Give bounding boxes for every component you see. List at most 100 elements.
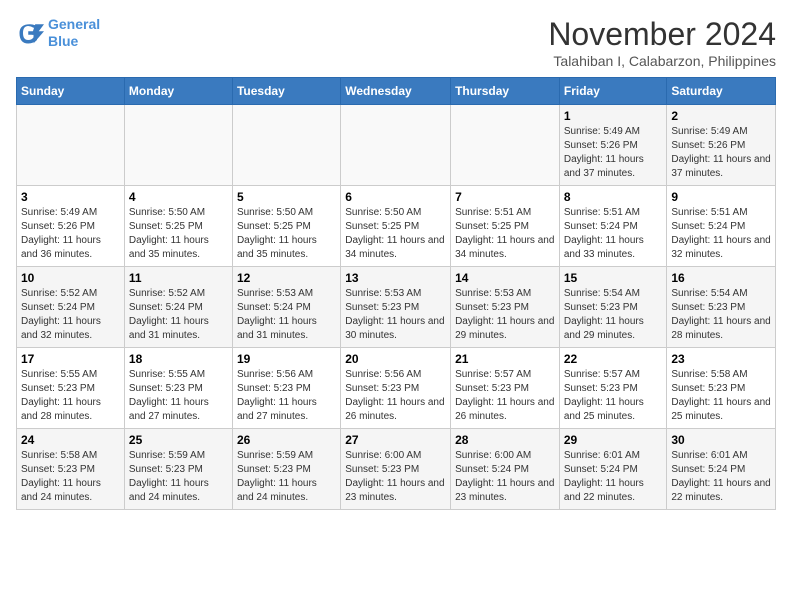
day-info: Sunrise: 5:52 AM Sunset: 5:24 PM Dayligh…: [129, 287, 228, 343]
day-info: Sunrise: 5:53 AM Sunset: 5:23 PM Dayligh…: [455, 287, 555, 343]
page-header: General Blue November 2024 Talahiban I, …: [16, 16, 776, 69]
day-number: 25: [129, 433, 228, 447]
logo-icon: [16, 19, 44, 47]
calendar-cell: 29 Sunrise: 6:01 AM Sunset: 5:24 PM Dayli…: [559, 429, 667, 510]
calendar-cell: 25 Sunrise: 5:59 AM Sunset: 5:23 PM Dayli…: [124, 429, 232, 510]
day-number: 5: [237, 190, 336, 204]
day-info: Sunrise: 5:55 AM Sunset: 5:23 PM Dayligh…: [21, 368, 120, 424]
day-info: Sunrise: 5:59 AM Sunset: 5:23 PM Dayligh…: [237, 449, 336, 505]
day-info: Sunrise: 5:55 AM Sunset: 5:23 PM Dayligh…: [129, 368, 228, 424]
day-info: Sunrise: 5:54 AM Sunset: 5:23 PM Dayligh…: [564, 287, 663, 343]
calendar-week-row: 17 Sunrise: 5:55 AM Sunset: 5:23 PM Dayli…: [17, 348, 776, 429]
day-number: 24: [21, 433, 120, 447]
calendar-cell: 5 Sunrise: 5:50 AM Sunset: 5:25 PM Daylig…: [232, 186, 340, 267]
calendar-cell: 6 Sunrise: 5:50 AM Sunset: 5:25 PM Daylig…: [341, 186, 451, 267]
calendar-cell: [124, 105, 232, 186]
calendar-week-row: 10 Sunrise: 5:52 AM Sunset: 5:24 PM Dayli…: [17, 267, 776, 348]
day-number: 4: [129, 190, 228, 204]
day-number: 10: [21, 271, 120, 285]
calendar-cell: 21Sunrise: 5:57 AM Sunset: 5:23 PM Dayli…: [451, 348, 560, 429]
calendar-week-row: 24 Sunrise: 5:58 AM Sunset: 5:23 PM Dayli…: [17, 429, 776, 510]
calendar-header: SundayMondayTuesdayWednesdayThursdayFrid…: [17, 78, 776, 105]
day-info: Sunrise: 5:52 AM Sunset: 5:24 PM Dayligh…: [21, 287, 120, 343]
day-info: Sunrise: 5:51 AM Sunset: 5:24 PM Dayligh…: [671, 206, 771, 262]
calendar-body: 1 Sunrise: 5:49 AM Sunset: 5:26 PM Daylig…: [17, 105, 776, 510]
calendar-cell: 20Sunrise: 5:56 AM Sunset: 5:23 PM Dayli…: [341, 348, 451, 429]
logo-line2: Blue: [48, 33, 78, 49]
day-number: 15: [564, 271, 663, 285]
day-info: Sunrise: 5:57 AM Sunset: 5:23 PM Dayligh…: [564, 368, 663, 424]
day-number: 13: [345, 271, 446, 285]
calendar-cell: 30Sunrise: 6:01 AM Sunset: 5:24 PM Dayli…: [667, 429, 776, 510]
day-info: Sunrise: 5:50 AM Sunset: 5:25 PM Dayligh…: [129, 206, 228, 262]
calendar-cell: 22 Sunrise: 5:57 AM Sunset: 5:23 PM Dayli…: [559, 348, 667, 429]
day-info: Sunrise: 5:58 AM Sunset: 5:23 PM Dayligh…: [21, 449, 120, 505]
location: Talahiban I, Calabarzon, Philippines: [548, 53, 776, 69]
calendar-cell: 9 Sunrise: 5:51 AM Sunset: 5:24 PM Daylig…: [667, 186, 776, 267]
calendar-cell: 3Sunrise: 5:49 AM Sunset: 5:26 PM Daylig…: [17, 186, 125, 267]
day-number: 8: [564, 190, 663, 204]
weekday-header: Wednesday: [341, 78, 451, 105]
calendar-cell: 7Sunrise: 5:51 AM Sunset: 5:25 PM Daylig…: [451, 186, 560, 267]
day-info: Sunrise: 5:57 AM Sunset: 5:23 PM Dayligh…: [455, 368, 555, 424]
day-info: Sunrise: 5:49 AM Sunset: 5:26 PM Dayligh…: [564, 125, 663, 181]
day-info: Sunrise: 5:59 AM Sunset: 5:23 PM Dayligh…: [129, 449, 228, 505]
weekday-header: Tuesday: [232, 78, 340, 105]
day-info: Sunrise: 5:49 AM Sunset: 5:26 PM Dayligh…: [21, 206, 120, 262]
day-info: Sunrise: 5:53 AM Sunset: 5:23 PM Dayligh…: [345, 287, 446, 343]
calendar-cell: 28 Sunrise: 6:00 AM Sunset: 5:24 PM Dayli…: [451, 429, 560, 510]
day-info: Sunrise: 5:50 AM Sunset: 5:25 PM Dayligh…: [237, 206, 336, 262]
calendar-cell: 12Sunrise: 5:53 AM Sunset: 5:24 PM Dayli…: [232, 267, 340, 348]
day-info: Sunrise: 5:50 AM Sunset: 5:25 PM Dayligh…: [345, 206, 446, 262]
title-block: November 2024 Talahiban I, Calabarzon, P…: [548, 16, 776, 69]
day-info: Sunrise: 5:49 AM Sunset: 5:26 PM Dayligh…: [671, 125, 771, 181]
calendar-cell: [341, 105, 451, 186]
calendar-cell: 13 Sunrise: 5:53 AM Sunset: 5:23 PM Dayli…: [341, 267, 451, 348]
day-number: 29: [564, 433, 663, 447]
day-number: 6: [345, 190, 446, 204]
day-info: Sunrise: 6:01 AM Sunset: 5:24 PM Dayligh…: [671, 449, 771, 505]
calendar-cell: 2 Sunrise: 5:49 AM Sunset: 5:26 PM Daylig…: [667, 105, 776, 186]
day-number: 2: [671, 109, 771, 123]
day-info: Sunrise: 5:51 AM Sunset: 5:24 PM Dayligh…: [564, 206, 663, 262]
day-info: Sunrise: 5:54 AM Sunset: 5:23 PM Dayligh…: [671, 287, 771, 343]
day-number: 14: [455, 271, 555, 285]
day-info: Sunrise: 6:00 AM Sunset: 5:23 PM Dayligh…: [345, 449, 446, 505]
calendar-cell: 11 Sunrise: 5:52 AM Sunset: 5:24 PM Dayli…: [124, 267, 232, 348]
calendar-cell: 15 Sunrise: 5:54 AM Sunset: 5:23 PM Dayli…: [559, 267, 667, 348]
day-number: 17: [21, 352, 120, 366]
calendar-cell: 4 Sunrise: 5:50 AM Sunset: 5:25 PM Daylig…: [124, 186, 232, 267]
day-number: 12: [237, 271, 336, 285]
logo-line1: General: [48, 16, 100, 32]
day-number: 9: [671, 190, 771, 204]
calendar-cell: 16Sunrise: 5:54 AM Sunset: 5:23 PM Dayli…: [667, 267, 776, 348]
weekday-header: Thursday: [451, 78, 560, 105]
month-year: November 2024: [548, 16, 776, 53]
calendar-cell: 24 Sunrise: 5:58 AM Sunset: 5:23 PM Dayli…: [17, 429, 125, 510]
day-number: 22: [564, 352, 663, 366]
calendar-table: SundayMondayTuesdayWednesdayThursdayFrid…: [16, 77, 776, 510]
calendar-cell: 17 Sunrise: 5:55 AM Sunset: 5:23 PM Dayli…: [17, 348, 125, 429]
weekday-header: Saturday: [667, 78, 776, 105]
calendar-cell: 27Sunrise: 6:00 AM Sunset: 5:23 PM Dayli…: [341, 429, 451, 510]
day-number: 19: [237, 352, 336, 366]
day-number: 23: [671, 352, 771, 366]
day-info: Sunrise: 5:51 AM Sunset: 5:25 PM Dayligh…: [455, 206, 555, 262]
weekday-row: SundayMondayTuesdayWednesdayThursdayFrid…: [17, 78, 776, 105]
day-number: 1: [564, 109, 663, 123]
day-info: Sunrise: 5:56 AM Sunset: 5:23 PM Dayligh…: [237, 368, 336, 424]
logo-text: General Blue: [48, 16, 100, 50]
day-info: Sunrise: 6:00 AM Sunset: 5:24 PM Dayligh…: [455, 449, 555, 505]
day-info: Sunrise: 6:01 AM Sunset: 5:24 PM Dayligh…: [564, 449, 663, 505]
day-info: Sunrise: 5:56 AM Sunset: 5:23 PM Dayligh…: [345, 368, 446, 424]
calendar-cell: 8 Sunrise: 5:51 AM Sunset: 5:24 PM Daylig…: [559, 186, 667, 267]
calendar-cell: 10 Sunrise: 5:52 AM Sunset: 5:24 PM Dayli…: [17, 267, 125, 348]
day-number: 28: [455, 433, 555, 447]
day-info: Sunrise: 5:58 AM Sunset: 5:23 PM Dayligh…: [671, 368, 771, 424]
calendar-cell: [232, 105, 340, 186]
calendar-cell: 1 Sunrise: 5:49 AM Sunset: 5:26 PM Daylig…: [559, 105, 667, 186]
calendar-cell: 14 Sunrise: 5:53 AM Sunset: 5:23 PM Dayli…: [451, 267, 560, 348]
weekday-header: Friday: [559, 78, 667, 105]
day-number: 11: [129, 271, 228, 285]
calendar-cell: 19 Sunrise: 5:56 AM Sunset: 5:23 PM Dayli…: [232, 348, 340, 429]
